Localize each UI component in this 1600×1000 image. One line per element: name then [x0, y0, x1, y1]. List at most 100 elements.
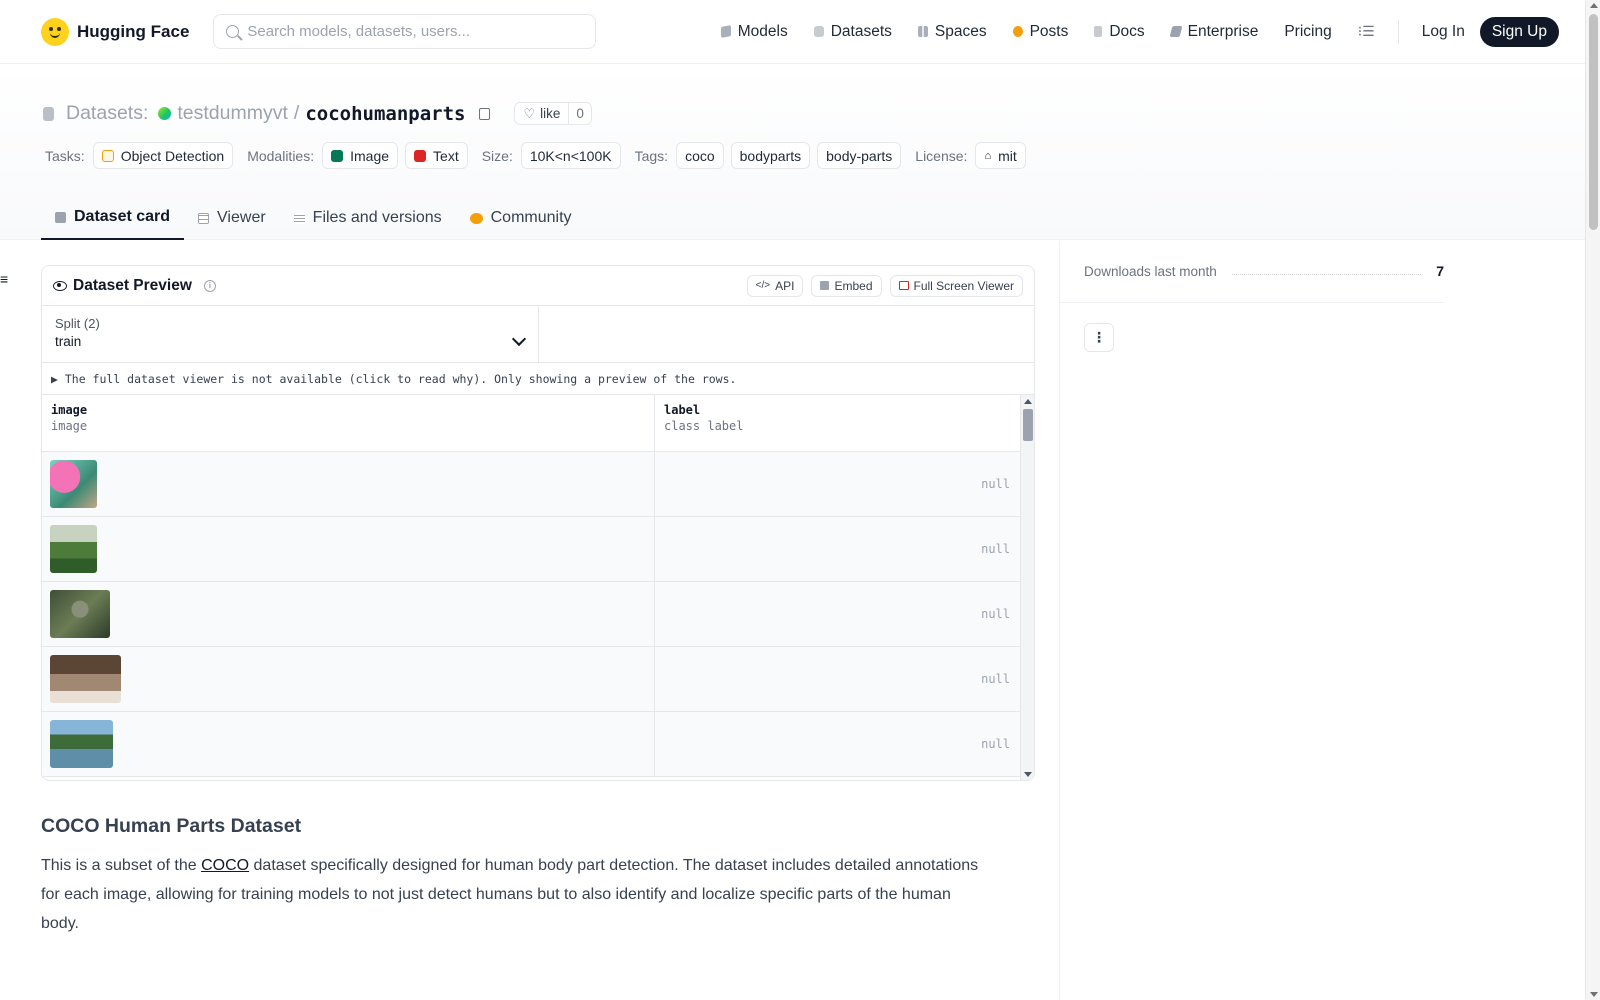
scroll-up-arrow-icon[interactable]: [1024, 399, 1032, 404]
downloads-stat: Downloads last month 7: [1084, 263, 1444, 279]
tasks-label: Tasks:: [45, 147, 85, 164]
table-row: null: [42, 712, 1034, 777]
thumbnail-image[interactable]: [50, 720, 113, 768]
size-label: Size:: [481, 147, 513, 164]
downloads-value: 7: [1436, 263, 1444, 279]
embed-button[interactable]: Embed: [811, 274, 882, 297]
tab-files-and-versions[interactable]: Files and versions: [280, 196, 456, 240]
split-value: train: [55, 334, 82, 349]
tag-chip-body-parts[interactable]: body-parts: [817, 142, 902, 169]
signup-button[interactable]: Sign Up: [1479, 16, 1559, 47]
fullscreen-label: Full Screen Viewer: [913, 278, 1015, 293]
column-header-label[interactable]: label class label: [655, 395, 1020, 451]
api-button[interactable]: </> API: [746, 274, 804, 297]
scroll-down-arrow-icon[interactable]: [1024, 772, 1032, 777]
preview-header: Dataset Preview i </> API Embed Full Scre…: [42, 266, 1034, 306]
heart-icon: ♡: [523, 105, 536, 121]
label-cell: null: [981, 607, 1010, 621]
like-widget: ♡ like 0: [514, 102, 592, 125]
table-row: null: [42, 647, 1034, 712]
copy-icon[interactable]: [479, 107, 491, 120]
modality-chip-text[interactable]: Text: [405, 142, 468, 169]
page-scroll-down-icon[interactable]: [1590, 992, 1598, 997]
more-menu-button[interactable]: ⁝☰: [1347, 17, 1386, 46]
tab-dataset-card[interactable]: Dataset card: [41, 196, 185, 240]
like-label: like: [540, 106, 561, 121]
tab-viewer[interactable]: Viewer: [184, 196, 280, 240]
paragraph-text: This is a subset of the: [41, 857, 202, 874]
modality-chip-image[interactable]: Image: [322, 142, 399, 169]
coco-link[interactable]: COCO: [201, 857, 249, 874]
fullscreen-viewer-button[interactable]: Full Screen Viewer: [889, 274, 1023, 297]
nav-pricing[interactable]: Pricing: [1273, 17, 1342, 47]
dataset-tabs: Dataset card Viewer Files and versions C…: [41, 196, 586, 240]
thumbnail-image[interactable]: [50, 655, 121, 703]
thumbnail-image[interactable]: [50, 460, 97, 508]
text-icon: [414, 149, 427, 162]
column-header-image[interactable]: image image: [42, 395, 655, 451]
nav-posts[interactable]: Posts: [1002, 17, 1080, 47]
dataset-preview: Dataset Preview i </> API Embed Full Scre…: [41, 265, 1035, 781]
more-options-button[interactable]: ⋮: [1084, 323, 1114, 352]
preview-title: Dataset Preview i: [53, 277, 216, 295]
nav-docs[interactable]: Docs: [1083, 17, 1155, 47]
brand-logo[interactable]: Hugging Face: [41, 17, 190, 46]
modality-image-label: Image: [350, 147, 390, 164]
posts-icon: [1012, 26, 1023, 37]
tab-community-label: Community: [490, 209, 572, 226]
thumbnail-image[interactable]: [50, 590, 110, 638]
info-icon[interactable]: i: [203, 279, 216, 292]
tag-chip-coco[interactable]: coco: [676, 142, 724, 169]
search-input[interactable]: [247, 23, 584, 40]
license-chip[interactable]: ⌂ mit: [975, 142, 1026, 169]
models-icon: [720, 25, 731, 38]
tab-dataset-card-label: Dataset card: [74, 208, 171, 225]
sidebar-toggle-icon[interactable]: ≡: [0, 271, 8, 287]
embed-label: Embed: [834, 278, 873, 293]
datasets-section-label[interactable]: Datasets:: [66, 102, 148, 125]
split-select[interactable]: Split (2) train: [42, 306, 539, 362]
dataset-meta: Tasks: Object Detection Modalities: Imag…: [45, 142, 1033, 169]
nav-spaces[interactable]: Spaces: [907, 17, 998, 47]
task-chip-object-detection[interactable]: Object Detection: [92, 142, 234, 169]
image-cell: [42, 452, 655, 516]
tag-chip-bodyparts[interactable]: bodyparts: [730, 142, 811, 169]
size-chip[interactable]: 10K<n<100K: [520, 142, 621, 169]
brand-name: Hugging Face: [77, 21, 190, 41]
sidebar-divider: [1059, 241, 1060, 1000]
card-heading: COCO Human Parts Dataset: [41, 815, 302, 837]
login-link[interactable]: Log In: [1411, 17, 1476, 47]
database-icon: [43, 106, 54, 121]
split-row: Split (2) train: [42, 306, 1034, 363]
like-button[interactable]: ♡ like: [515, 103, 570, 124]
nav-spaces-label: Spaces: [934, 22, 987, 40]
dataset-name[interactable]: cocohumanparts: [305, 103, 465, 125]
owner-link[interactable]: testdummyvt: [177, 102, 288, 125]
modality-text-label: Text: [433, 147, 459, 164]
task-label: Object Detection: [120, 147, 225, 164]
page-scroll-up-icon[interactable]: [1590, 3, 1598, 8]
menu-list-icon: ⁝☰: [1357, 23, 1375, 39]
column-type: image: [51, 419, 88, 433]
page-scrollbar[interactable]: [1585, 0, 1600, 1000]
license-label: License:: [915, 147, 968, 164]
label-cell: null: [981, 542, 1010, 556]
table-scrollbar[interactable]: [1020, 395, 1034, 780]
viewer-notice[interactable]: ▶ The full dataset viewer is not availab…: [42, 363, 1034, 395]
table-row: null: [42, 452, 1034, 517]
column-type: class label: [664, 419, 744, 433]
nav-datasets[interactable]: Datasets: [803, 17, 903, 47]
size-value: 10K<n<100K: [529, 147, 612, 164]
nav-models[interactable]: Models: [710, 17, 799, 47]
page-scroll-thumb[interactable]: [1589, 14, 1598, 230]
dataset-title: Datasets: testdummyvt / cocohumanparts ♡…: [43, 102, 592, 125]
table-scroll-thumb[interactable]: [1023, 409, 1033, 441]
thumbnail-image[interactable]: [50, 525, 97, 573]
search-box[interactable]: [213, 14, 597, 49]
tab-community[interactable]: Community: [456, 196, 586, 240]
label-cell: null: [981, 737, 1010, 751]
community-icon: [469, 212, 483, 224]
dataset-card-icon: [55, 211, 66, 223]
nav-enterprise[interactable]: Enterprise: [1160, 17, 1270, 47]
modalities-label: Modalities:: [247, 147, 315, 164]
